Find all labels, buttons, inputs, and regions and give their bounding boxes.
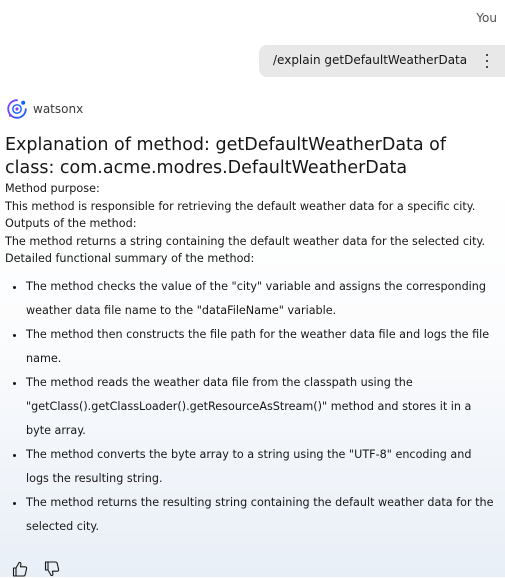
- summary-list-item: The method reads the weather data file f…: [26, 371, 495, 443]
- response-paragraph: Outputs of the method:: [5, 217, 137, 231]
- user-message-text: /explain getDefaultWeatherData: [273, 53, 468, 67]
- thumbs-up-icon[interactable]: [11, 560, 29, 578]
- response-paragraph: The method returns a string containing t…: [5, 234, 486, 248]
- response-paragraph: Method purpose:: [5, 182, 100, 195]
- message-options-button[interactable]: [485, 54, 489, 68]
- user-message-bubble: /explain getDefaultWeatherData: [259, 45, 505, 77]
- kebab-icon-dot: [485, 54, 489, 57]
- summary-list-item: The method then constructs the file path…: [26, 323, 495, 371]
- agent-response: Explanation of method: getDefaultWeather…: [5, 134, 495, 539]
- response-paragraph: Detailed functional summary of the metho…: [5, 252, 255, 266]
- agent-name: watsonx: [33, 102, 84, 116]
- feedback-bar: [11, 560, 61, 578]
- watsonx-logo-icon: [7, 99, 27, 119]
- kebab-icon-dot: [485, 59, 489, 63]
- summary-list: The method checks the value of the "city…: [5, 275, 495, 539]
- summary-list-item: The method checks the value of the "city…: [26, 275, 495, 323]
- summary-list-item: The method converts the byte array to a …: [26, 443, 495, 491]
- summary-list-item: The method returns the resulting string …: [26, 491, 495, 539]
- agent-header: watsonx: [6, 97, 83, 121]
- response-paragraph: This method is responsible for retrievin…: [5, 199, 476, 213]
- user-name: You: [476, 11, 497, 25]
- kebab-icon-dot: [485, 65, 489, 68]
- response-title: Explanation of method: getDefaultWeather…: [5, 135, 447, 178]
- thumbs-down-icon[interactable]: [43, 560, 61, 578]
